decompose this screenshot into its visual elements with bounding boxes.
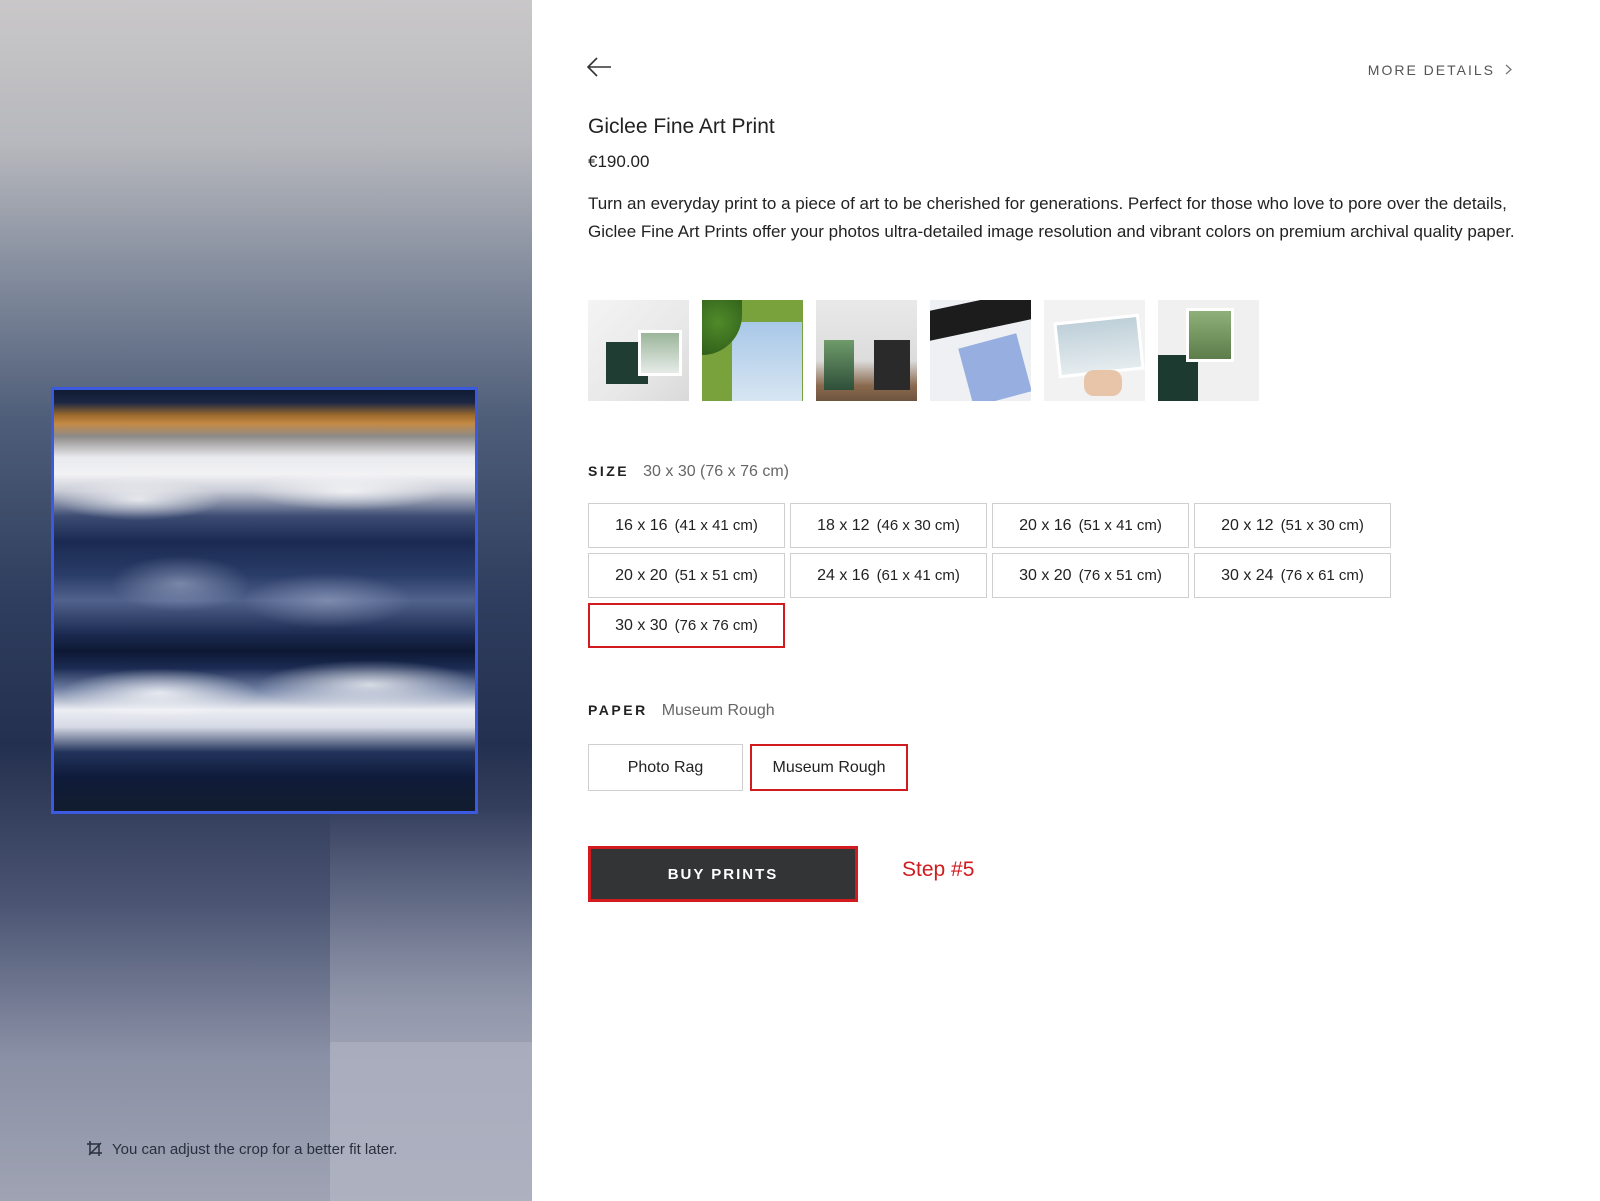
size-option-cm: (76 x 61 cm)	[1280, 567, 1364, 584]
size-option-inch: 30 x 30	[615, 616, 668, 634]
print-preview-pane: You can adjust the crop for a better fit…	[0, 0, 532, 1201]
gallery-thumbnail[interactable]	[1158, 300, 1259, 401]
size-label-row: SIZE 30 x 30 (76 x 76 cm)	[588, 463, 789, 481]
gallery-thumbnail[interactable]	[930, 300, 1031, 401]
size-option-cm: (76 x 51 cm)	[1078, 567, 1162, 584]
size-option-30x24[interactable]: 30 x 24 (76 x 61 cm)	[1194, 553, 1391, 598]
size-option-18x12[interactable]: 18 x 12 (46 x 30 cm)	[790, 503, 987, 548]
size-option-cm: (46 x 30 cm)	[876, 517, 960, 534]
crop-hint: You can adjust the crop for a better fit…	[86, 1140, 397, 1158]
size-option-30x30[interactable]: 30 x 30 (76 x 76 cm)	[588, 603, 785, 648]
size-option-20x12[interactable]: 20 x 12 (51 x 30 cm)	[1194, 503, 1391, 548]
size-option-inch: 20 x 20	[615, 566, 668, 584]
size-options: 16 x 16 (41 x 41 cm) 18 x 12 (46 x 30 cm) …	[588, 503, 1391, 648]
size-option-inch: 20 x 16	[1019, 516, 1072, 534]
paper-option-photo-rag[interactable]: Photo Rag	[588, 744, 743, 791]
size-option-inch: 24 x 16	[817, 566, 870, 584]
size-option-cm: (61 x 41 cm)	[876, 567, 960, 584]
product-description: Turn an everyday print to a piece of art…	[588, 194, 1515, 241]
more-details-label: MORE DETAILS	[1367, 62, 1495, 78]
size-option-cm: (51 x 41 cm)	[1078, 517, 1162, 534]
size-option-20x16[interactable]: 20 x 16 (51 x 41 cm)	[992, 503, 1189, 548]
size-option-20x20[interactable]: 20 x 20 (51 x 51 cm)	[588, 553, 785, 598]
paper-label-row: PAPER Museum Rough	[588, 702, 775, 720]
gallery-thumbnail[interactable]	[588, 300, 689, 401]
artwork-crop-frame[interactable]	[51, 387, 478, 814]
crop-hint-text: You can adjust the crop for a better fit…	[112, 1140, 398, 1158]
wall-shadow-lower	[330, 1042, 532, 1201]
step-annotation: Step #5	[902, 858, 975, 881]
artwork-image	[54, 390, 475, 811]
size-option-16x16[interactable]: 16 x 16 (41 x 41 cm)	[588, 503, 785, 548]
paper-selected-value: Museum Rough	[661, 702, 775, 719]
size-selected-value: 30 x 30 (76 x 76 cm)	[643, 463, 789, 480]
buy-prints-button[interactable]: BUY PRINTS	[588, 846, 858, 902]
size-option-24x16[interactable]: 24 x 16 (61 x 41 cm)	[790, 553, 987, 598]
size-label: SIZE	[588, 463, 630, 479]
size-option-inch: 18 x 12	[817, 516, 870, 534]
more-details-link[interactable]: MORE DETAILS	[1368, 62, 1512, 78]
crop-icon	[86, 1140, 104, 1158]
back-arrow-icon[interactable]	[586, 56, 612, 78]
size-option-inch: 30 x 24	[1221, 566, 1274, 584]
size-option-cm: (41 x 41 cm)	[674, 517, 758, 534]
product-title: Giclee Fine Art Print	[588, 115, 775, 138]
paper-label: PAPER	[588, 702, 648, 718]
size-option-inch: 20 x 12	[1221, 516, 1274, 534]
gallery-thumbnail[interactable]	[1044, 300, 1145, 401]
gallery-thumbnail[interactable]	[816, 300, 917, 401]
paper-option-museum-rough[interactable]: Museum Rough	[750, 744, 908, 791]
size-option-cm: (76 x 76 cm)	[674, 617, 758, 634]
size-option-cm: (51 x 51 cm)	[674, 567, 758, 584]
size-option-30x20[interactable]: 30 x 20 (76 x 51 cm)	[992, 553, 1189, 598]
chevron-right-icon	[1505, 62, 1512, 78]
size-option-inch: 30 x 20	[1019, 566, 1072, 584]
gallery-thumbnail[interactable]	[702, 300, 803, 401]
product-gallery	[588, 300, 1259, 401]
product-details-pane: MORE DETAILS Giclee Fine Art Print €190.…	[532, 0, 1600, 1201]
paper-options: Photo Rag Museum Rough	[588, 744, 908, 791]
size-option-cm: (51 x 30 cm)	[1280, 517, 1364, 534]
size-option-inch: 16 x 16	[615, 516, 668, 534]
product-price: €190.00	[588, 152, 650, 171]
